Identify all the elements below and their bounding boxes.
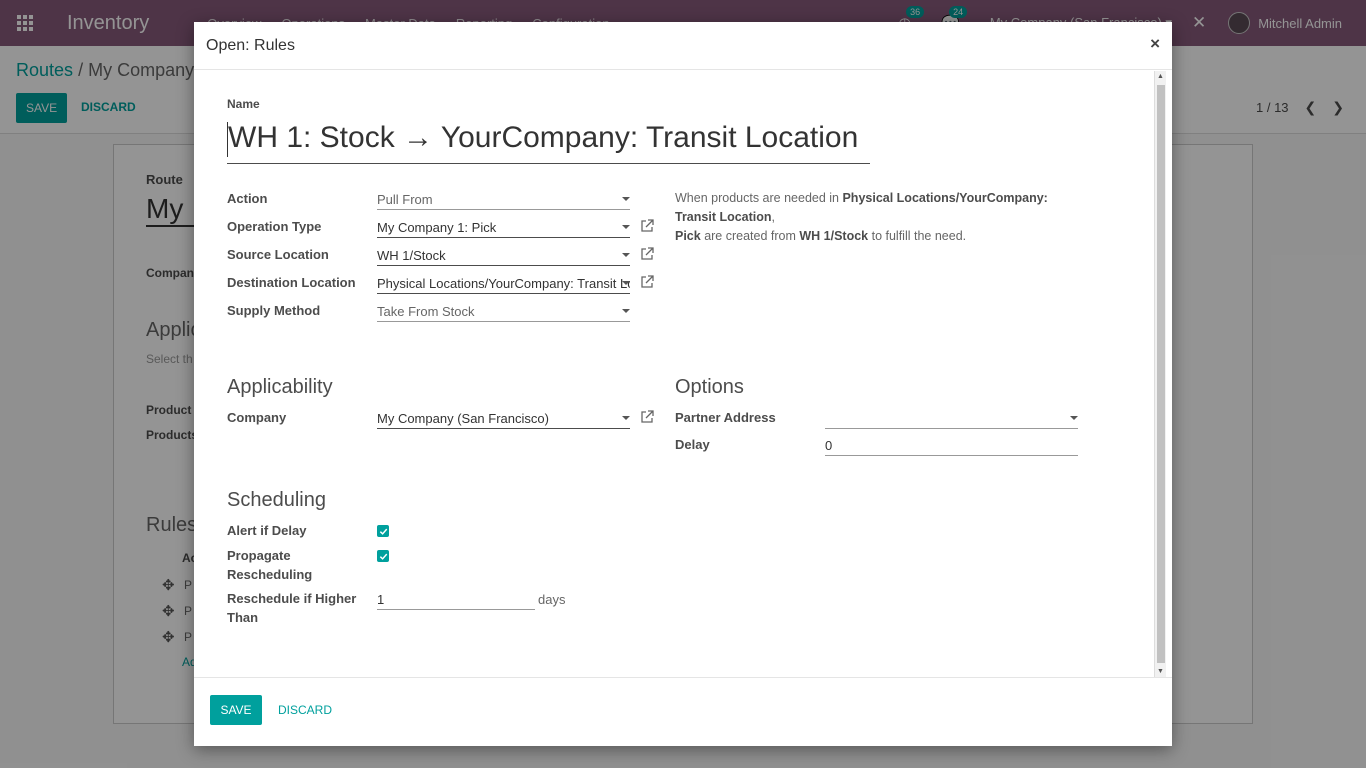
scheduling-title: Scheduling <box>227 489 326 511</box>
dialog-title: Open: Rules <box>206 36 295 54</box>
dialog-save-button[interactable]: SAVE <box>210 695 262 725</box>
propagate-label: Propagate Rescheduling <box>227 548 313 582</box>
chevron-down-icon <box>622 281 630 285</box>
chevron-down-icon <box>1070 416 1078 420</box>
external-link-icon[interactable] <box>640 247 654 261</box>
scroll-thumb[interactable] <box>1157 85 1165 663</box>
dialog-scrollbar[interactable]: ▲ ▼ <box>1154 71 1166 677</box>
company-label: Company <box>227 410 287 425</box>
destination-location-label: Destination Location <box>227 275 356 290</box>
applicability-title: Applicability <box>227 376 333 398</box>
rule-help-text: When products are needed in Physical Loc… <box>675 191 1048 243</box>
text-caret <box>227 122 228 157</box>
reschedule-label: Reschedule if Higher Than <box>227 591 357 625</box>
name-label: Name <box>227 97 260 111</box>
propagate-checkbox[interactable] <box>377 550 389 562</box>
check-icon <box>379 553 387 560</box>
rules-dialog: Open: Rules × Name WH 1: Stock → YourCom… <box>194 22 1172 746</box>
delay-label: Delay <box>675 437 710 452</box>
destination-location-field[interactable]: Physical Locations/YourCompany: Transit … <box>377 274 630 294</box>
dialog-header: Open: Rules × <box>194 22 1172 70</box>
source-location-field[interactable]: WH 1/Stock <box>377 246 630 266</box>
external-link-icon[interactable] <box>640 219 654 233</box>
chevron-down-icon <box>622 253 630 257</box>
alert-delay-label: Alert if Delay <box>227 523 307 538</box>
operation-type-field[interactable]: My Company 1: Pick <box>377 218 630 238</box>
partner-address-field[interactable] <box>825 409 1078 429</box>
dialog-discard-button[interactable]: DISCARD <box>278 703 332 717</box>
options-title: Options <box>675 376 744 398</box>
source-location-label: Source Location <box>227 247 329 262</box>
dialog-body: Name WH 1: Stock → YourCompany: Transit … <box>194 71 1172 677</box>
check-icon <box>379 528 387 535</box>
company-field[interactable]: My Company (San Francisco) <box>377 409 630 429</box>
scroll-up-icon[interactable]: ▲ <box>1157 73 1164 80</box>
supply-method-select[interactable]: Take From Stock <box>377 302 630 322</box>
chevron-down-icon <box>622 309 630 313</box>
supply-method-label: Supply Method <box>227 303 321 318</box>
days-suffix: days <box>538 592 566 607</box>
rule-name-input[interactable]: WH 1: Stock → YourCompany: Transit Locat… <box>227 118 870 164</box>
external-link-icon[interactable] <box>640 275 654 289</box>
reschedule-days-input[interactable]: 1 <box>377 590 535 610</box>
external-link-icon[interactable] <box>640 410 654 424</box>
close-icon[interactable]: × <box>1150 34 1160 54</box>
delay-input[interactable]: 0 <box>825 436 1078 456</box>
chevron-down-icon <box>622 197 630 201</box>
chevron-down-icon <box>622 225 630 229</box>
action-label: Action <box>227 191 268 206</box>
action-select[interactable]: Pull From <box>377 190 630 210</box>
partner-address-label: Partner Address <box>675 410 776 425</box>
operation-type-label: Operation Type <box>227 219 322 234</box>
dialog-footer: SAVE DISCARD <box>194 677 1172 746</box>
scroll-down-icon[interactable]: ▼ <box>1157 668 1164 675</box>
chevron-down-icon <box>622 416 630 420</box>
alert-delay-checkbox[interactable] <box>377 525 389 537</box>
